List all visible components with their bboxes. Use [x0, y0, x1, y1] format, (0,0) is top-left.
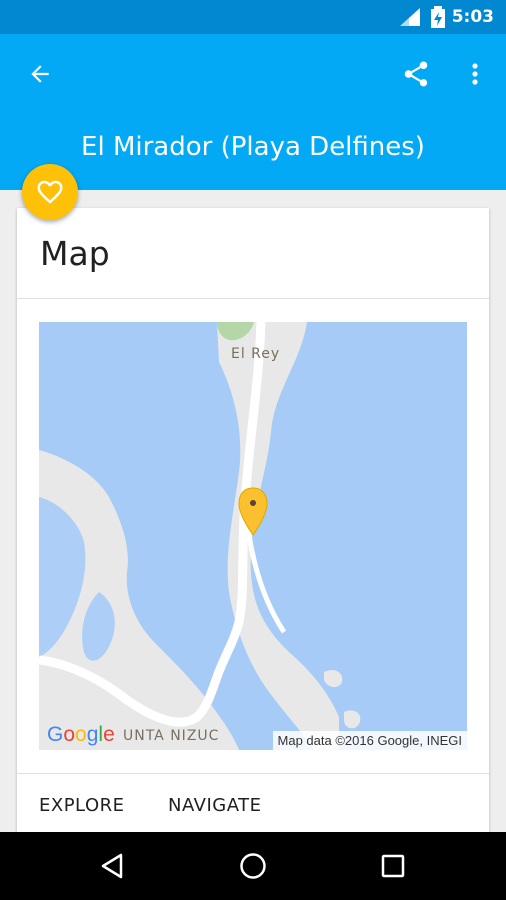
share-button[interactable] [396, 54, 436, 94]
app-bar: El Mirador (Playa Delfines) [0, 34, 506, 190]
map-label-punta-nizuc: UNTA NIZUC [123, 728, 220, 744]
map-label-el-rey: El Rey [231, 346, 281, 362]
page-title: El Mirador (Playa Delfines) [81, 132, 425, 162]
share-icon [404, 61, 428, 87]
map-view[interactable]: El Rey UNTA NIZUC Google Map data ©2016 … [39, 322, 467, 750]
overflow-menu-button[interactable] [460, 56, 490, 92]
nav-back-button[interactable] [90, 846, 134, 886]
heart-outline-icon [37, 180, 63, 204]
more-vert-icon [472, 63, 478, 85]
battery-charging-icon [431, 6, 445, 28]
nav-recents-button[interactable] [371, 846, 415, 886]
map-attribution: Map data ©2016 Google, INEGI [272, 731, 467, 750]
divider [17, 298, 489, 299]
google-logo: Google [47, 723, 115, 746]
signal-icon [400, 8, 420, 26]
navigation-bar [0, 832, 506, 900]
status-time: 5:03 [451, 7, 494, 27]
map-card: Map El Rey UNTA NIZUC Google Map data ©2… [17, 208, 489, 848]
map-tiles [39, 322, 467, 750]
back-triangle-icon [101, 853, 123, 879]
nav-home-button[interactable] [231, 846, 275, 886]
favorite-button[interactable] [22, 164, 78, 220]
navigate-button[interactable]: NAVIGATE [168, 795, 261, 816]
explore-button[interactable]: EXPLORE [39, 795, 125, 816]
back-button[interactable] [20, 56, 60, 92]
arrow-back-icon [31, 65, 49, 83]
home-circle-icon [240, 853, 266, 879]
card-title: Map [40, 234, 110, 273]
recents-square-icon [381, 854, 405, 878]
status-bar: 5:03 [0, 0, 506, 34]
